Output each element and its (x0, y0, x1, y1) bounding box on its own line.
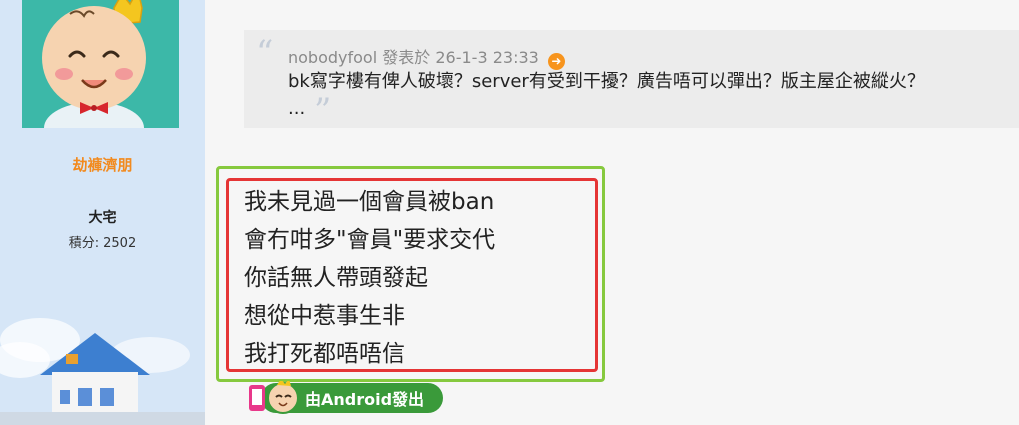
android-source-badge[interactable]: 由Android發出 (247, 381, 443, 415)
badge-label: 由Android發出 (305, 390, 425, 409)
quote-datetime: 26-1-3 23:33 (435, 48, 539, 67)
user-rank: 大宅 (88, 210, 117, 226)
points-label: 積分: (68, 236, 100, 251)
quote-block: “ nobodyfool 發表於 26-1-3 23:33 ➜ bk寫字樓有俾人… (244, 30, 1019, 128)
user-sidebar: 劫褲濟朋 大宅 積分: 2502 (0, 0, 205, 425)
message-line: 我未見過一個會員被ban (244, 189, 495, 215)
message-line: 會冇咁多"會員"要求交代 (244, 227, 496, 253)
user-points: 積分: 2502 (0, 232, 205, 251)
post-message: 我未見過一個會員被ban 會冇咁多"會員"要求交代 你話無人帶頭發起 想從中惹事… (244, 183, 495, 373)
user-avatar[interactable] (22, 0, 179, 128)
message-line: 我打死都唔唔信 (244, 341, 405, 367)
quote-meta: nobodyfool 發表於 26-1-3 23:33 ➜ (288, 44, 565, 70)
username[interactable]: 劫褲濟朋 (0, 154, 205, 175)
quote-ellipsis: ... (288, 98, 306, 119)
quote-posted-label: 發表於 (382, 48, 431, 67)
house-illustration (0, 300, 205, 425)
points-value: 2502 (103, 236, 137, 251)
quote-close-icon: ” (314, 91, 332, 131)
quote-open-icon: “ (256, 33, 274, 73)
message-line: 你話無人帶頭發起 (244, 265, 428, 291)
message-line: 想從中惹事生非 (244, 303, 405, 329)
quote-text: bk寫字樓有俾人破壞？server有受到干擾？廣告唔可以彈出？版主屋企被縱火？ … (288, 68, 1008, 122)
quote-body: bk寫字樓有俾人破壞？server有受到干擾？廣告唔可以彈出？版主屋企被縱火？ (288, 71, 925, 92)
android-mascot-icon (249, 381, 299, 414)
quote-author[interactable]: nobodyfool (288, 48, 377, 67)
